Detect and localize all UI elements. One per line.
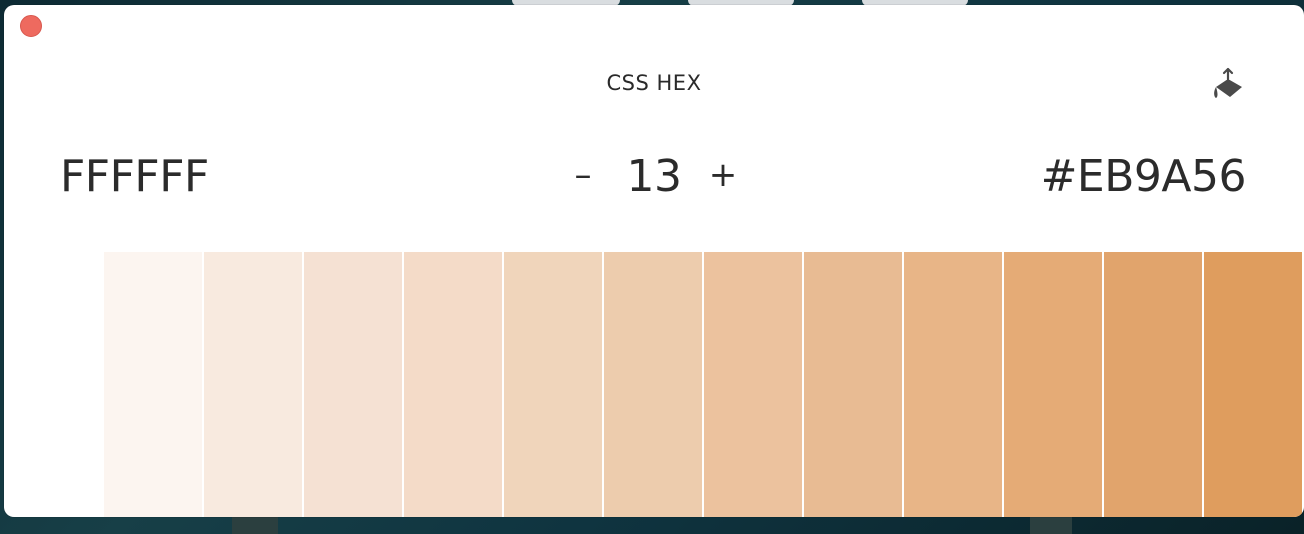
color-swatch[interactable] <box>804 252 902 517</box>
color-swatch[interactable] <box>504 252 602 517</box>
color-swatch[interactable] <box>304 252 402 517</box>
color-swatch-row <box>104 252 1304 517</box>
color-swatch[interactable] <box>1204 252 1302 517</box>
background-strip <box>1030 516 1072 534</box>
paint-bucket-icon <box>1214 67 1242 98</box>
color-swatch[interactable] <box>604 252 702 517</box>
color-swatch[interactable] <box>1104 252 1202 517</box>
end-color-value[interactable]: #EB9A56 <box>1041 149 1247 205</box>
color-swatch[interactable] <box>704 252 802 517</box>
close-button[interactable] <box>20 15 42 37</box>
increment-button[interactable]: + <box>703 155 743 195</box>
color-swatch[interactable] <box>104 252 202 517</box>
decrement-button[interactable]: – <box>563 155 603 195</box>
color-swatch[interactable] <box>404 252 502 517</box>
paint-bucket-button[interactable] <box>1208 65 1248 105</box>
swatch-count: 13 <box>626 151 683 202</box>
start-color-value[interactable]: FFFFFF <box>60 149 209 205</box>
color-swatch[interactable] <box>904 252 1002 517</box>
background-strip <box>232 516 278 534</box>
color-swatch[interactable] <box>204 252 302 517</box>
format-selector[interactable]: CSS HEX <box>4 71 1304 95</box>
color-swatch[interactable] <box>1004 252 1102 517</box>
color-palette-window: CSS HEX FFFFFF – 13 + #EB9A56 <box>4 5 1304 517</box>
